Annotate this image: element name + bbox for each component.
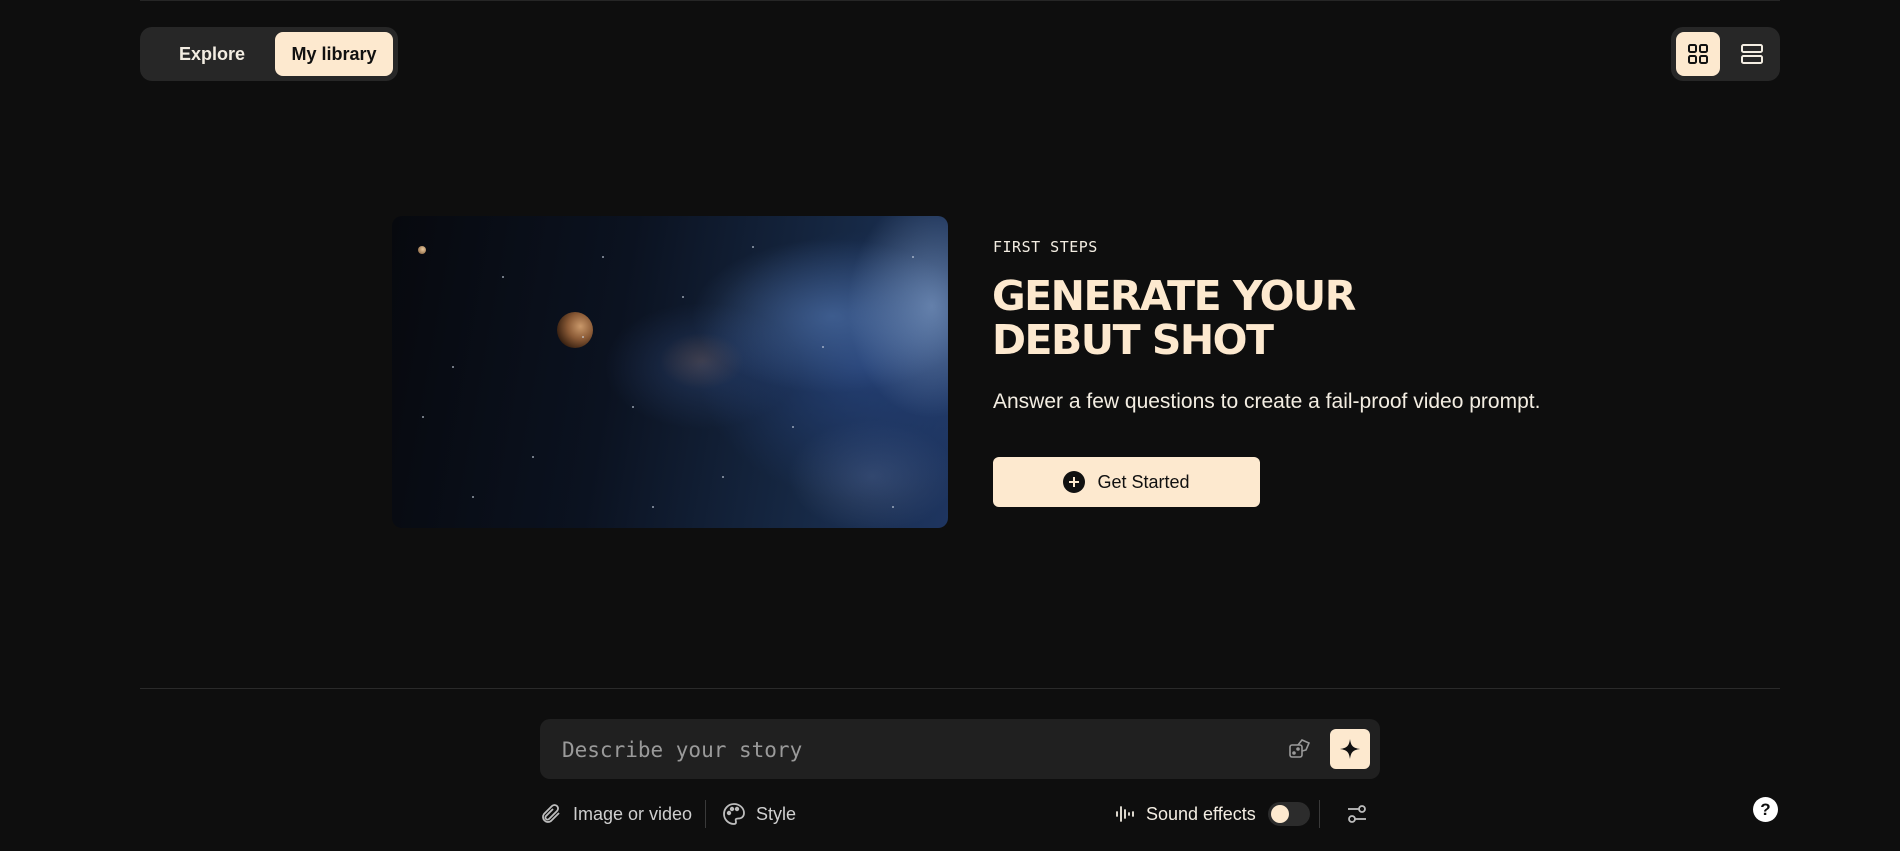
top-divider bbox=[140, 0, 1780, 1]
hero-title-line-2: DEBUT SHOT bbox=[992, 316, 1274, 364]
sound-effects-label: Sound effects bbox=[1146, 803, 1256, 824]
dice-icon bbox=[1289, 739, 1311, 758]
sound-effects-toggle[interactable] bbox=[1268, 802, 1310, 826]
section-divider bbox=[140, 688, 1780, 689]
tab-explore[interactable]: Explore bbox=[145, 32, 279, 76]
random-prompt-button[interactable] bbox=[1285, 734, 1315, 764]
star bbox=[632, 406, 634, 408]
grid-view-icon bbox=[1688, 44, 1708, 64]
star bbox=[892, 506, 894, 508]
hero-eyebrow: FIRST STEPS bbox=[993, 238, 1098, 256]
star bbox=[822, 346, 824, 348]
get-started-label: Get Started bbox=[1097, 471, 1190, 492]
audio-waveform-icon bbox=[1116, 806, 1134, 822]
hero-image bbox=[392, 216, 948, 528]
star bbox=[752, 246, 754, 248]
sound-effects-control: Sound effects bbox=[1114, 800, 1256, 828]
view-toggle bbox=[1671, 27, 1780, 81]
star bbox=[502, 276, 504, 278]
toolbar-divider bbox=[705, 800, 706, 828]
star bbox=[602, 256, 604, 258]
star bbox=[532, 456, 534, 458]
attach-media-button[interactable]: Image or video bbox=[539, 800, 692, 828]
toggle-knob bbox=[1271, 805, 1289, 823]
grid-view-button[interactable] bbox=[1676, 32, 1720, 76]
prompt-bar bbox=[540, 719, 1380, 781]
toolbar-divider bbox=[1319, 800, 1320, 828]
list-view-icon bbox=[1741, 44, 1763, 64]
attach-media-label: Image or video bbox=[573, 803, 693, 824]
list-view-button[interactable] bbox=[1730, 32, 1774, 76]
hero-title: GENERATE YOUR DEBUT SHOT bbox=[992, 274, 1512, 362]
story-prompt-input[interactable] bbox=[560, 719, 1284, 781]
star bbox=[582, 336, 584, 338]
hero-title-line-1: GENERATE YOUR bbox=[992, 272, 1356, 320]
tab-my-library[interactable]: My library bbox=[275, 32, 393, 76]
star bbox=[912, 256, 914, 258]
star bbox=[722, 476, 724, 478]
planet bbox=[557, 312, 593, 348]
sliders-icon bbox=[1348, 805, 1366, 823]
style-button[interactable]: Style bbox=[722, 800, 796, 828]
star bbox=[422, 416, 424, 418]
moon bbox=[418, 246, 426, 254]
plus-circle-icon bbox=[1063, 471, 1086, 493]
paperclip-icon bbox=[542, 804, 560, 823]
get-started-button[interactable]: Get Started bbox=[993, 457, 1260, 507]
library-tabs: Explore My library bbox=[140, 27, 398, 81]
help-button[interactable]: ? bbox=[1753, 797, 1778, 822]
hero-subtitle: Answer a few questions to create a fail-… bbox=[993, 390, 1541, 413]
advanced-settings-button[interactable] bbox=[1343, 800, 1371, 828]
sparkle-icon bbox=[1340, 739, 1360, 759]
star bbox=[472, 496, 474, 498]
generate-button[interactable] bbox=[1330, 729, 1370, 769]
style-label: Style bbox=[756, 803, 797, 824]
star bbox=[792, 426, 794, 428]
star bbox=[682, 296, 684, 298]
star bbox=[652, 506, 654, 508]
star bbox=[452, 366, 454, 368]
palette-icon bbox=[723, 803, 745, 825]
